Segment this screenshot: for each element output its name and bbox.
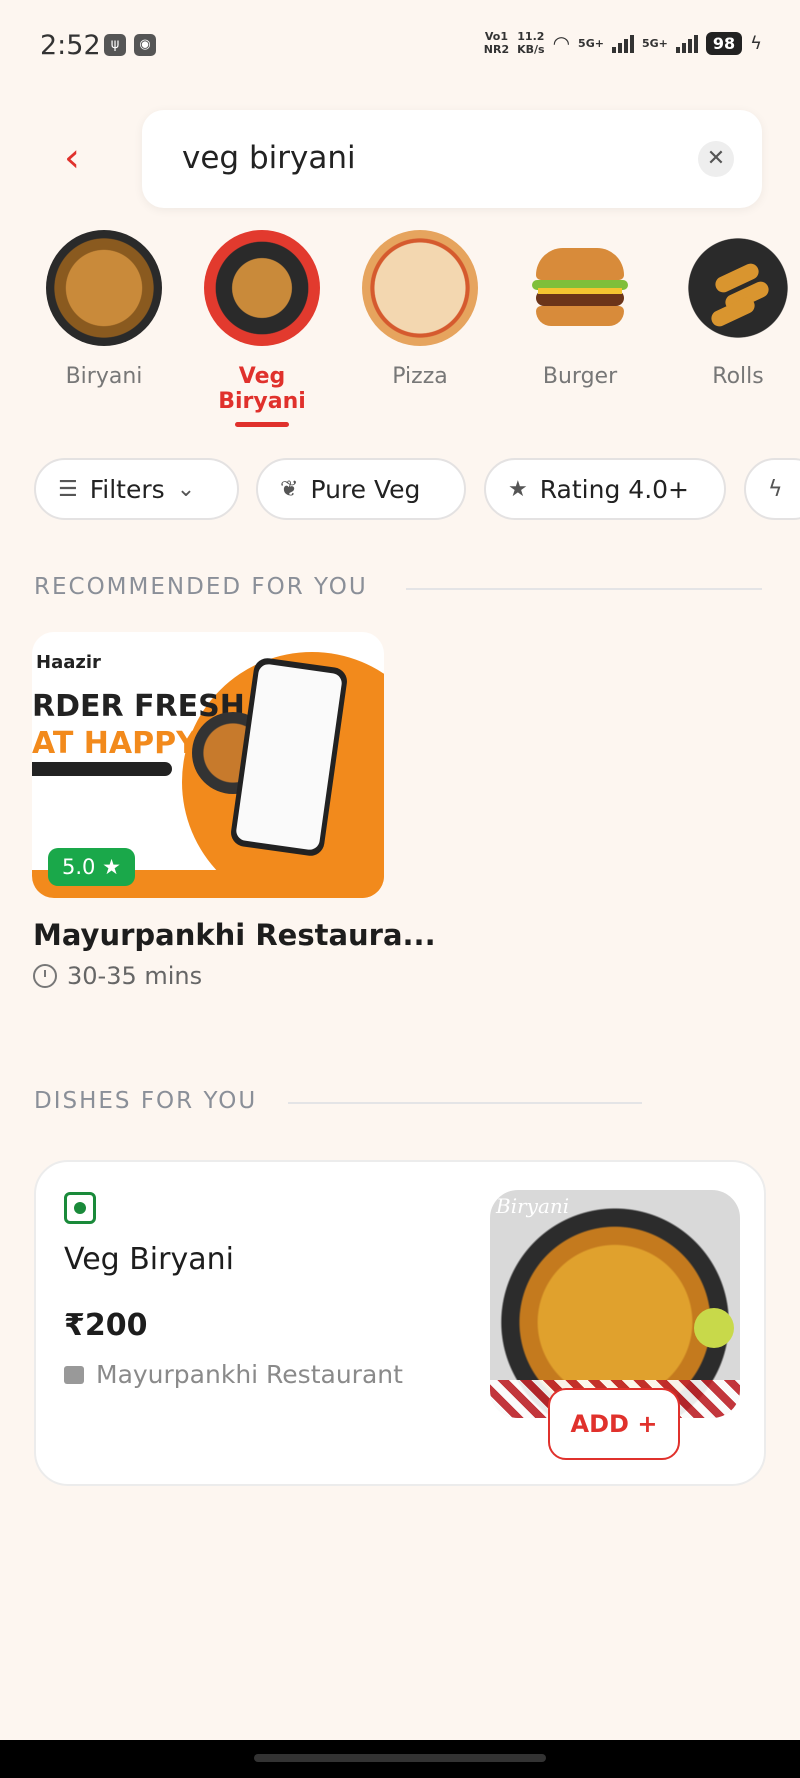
star-icon: ★ bbox=[508, 476, 528, 502]
fast-delivery-chip[interactable]: ϟ bbox=[744, 458, 800, 520]
dish-card[interactable]: Veg Biryani ₹200 Mayurpankhi Restaurant … bbox=[34, 1160, 766, 1486]
rolls-image bbox=[680, 230, 796, 346]
network-speed: 11.2 KB/s bbox=[517, 30, 545, 56]
delivery-time-label: 30-35 mins bbox=[67, 962, 203, 990]
sim1-type: 5G+ bbox=[578, 36, 604, 50]
dish-price: ₹200 bbox=[64, 1308, 148, 1343]
active-category-indicator bbox=[235, 422, 289, 427]
status-right: Vo1 NR2 11.2 KB/s ◠ 5G+ 5G+ 98 ϟ bbox=[484, 30, 762, 56]
home-gesture-handle[interactable] bbox=[254, 1754, 546, 1762]
category-burger[interactable]: Burger bbox=[510, 230, 650, 389]
status-time: 2:52 bbox=[40, 30, 101, 61]
status-bar: 2:52 ψ ◉ Vo1 NR2 11.2 KB/s ◠ 5G+ 5G+ 98 ϟ bbox=[0, 0, 800, 90]
lightning-icon: ϟ bbox=[768, 476, 783, 502]
signal-bars-1-icon bbox=[611, 33, 634, 53]
wifi-icon: ◠ bbox=[552, 31, 571, 55]
restaurant-name[interactable]: Mayurpankhi Restaura... bbox=[33, 918, 436, 952]
category-label: Pizza bbox=[392, 364, 448, 389]
category-label: Burger bbox=[542, 364, 618, 389]
add-to-cart-button[interactable]: ADD + bbox=[548, 1388, 680, 1460]
category-veg-biryani[interactable]: Veg Biryani bbox=[192, 230, 332, 427]
chip-label: Rating 4.0+ bbox=[539, 474, 689, 504]
signal-bars-2-icon bbox=[675, 33, 698, 53]
dish-restaurant: Mayurpankhi Restaurant bbox=[64, 1360, 403, 1389]
dish-name: Veg Biryani bbox=[64, 1242, 234, 1277]
system-nav-bar bbox=[0, 1740, 800, 1778]
usb-icon: ψ bbox=[104, 34, 126, 56]
charging-icon: ϟ bbox=[750, 32, 762, 54]
hotspot-icon: ◉ bbox=[134, 34, 156, 56]
ad-headline-2: AT HAPPY bbox=[32, 726, 198, 761]
pizza-image bbox=[362, 230, 478, 346]
chevron-down-icon: ⌄ bbox=[176, 476, 196, 502]
search-bar[interactable]: veg biryani ✕ bbox=[142, 110, 762, 208]
sim2-type: 5G+ bbox=[641, 36, 668, 50]
category-label: Veg Biryani bbox=[218, 364, 306, 414]
category-label: Biryani bbox=[65, 364, 143, 389]
delivery-time: 30-35 mins bbox=[33, 962, 202, 990]
ad-brand: Haazir bbox=[36, 652, 101, 673]
sliders-icon: ☰ bbox=[58, 476, 78, 502]
veg-biryani-image bbox=[204, 230, 320, 346]
rating-chip[interactable]: ★ Rating 4.0+ bbox=[484, 458, 726, 520]
category-pizza[interactable]: Pizza bbox=[350, 230, 490, 389]
filters-chip[interactable]: ☰ Filters ⌄ bbox=[34, 458, 239, 520]
battery-level: 98 bbox=[705, 31, 743, 55]
clear-search-icon[interactable]: ✕ bbox=[698, 141, 734, 177]
recommended-section-title: RECOMMENDED FOR YOU bbox=[34, 574, 368, 600]
volte-indicator: Vo1 NR2 bbox=[483, 30, 510, 56]
back-arrow-icon[interactable]: ‹ bbox=[64, 138, 94, 182]
category-biryani[interactable]: Biryani bbox=[34, 230, 174, 389]
dishes-section-title: DISHES FOR YOU bbox=[34, 1088, 258, 1114]
dish-image-caption: Biryani bbox=[496, 1194, 570, 1218]
chip-label: Pure Veg bbox=[310, 474, 421, 504]
chip-label: Filters bbox=[89, 474, 165, 504]
search-input[interactable]: veg biryani bbox=[182, 140, 356, 176]
category-rolls[interactable]: Rolls bbox=[668, 230, 800, 389]
burger-image bbox=[522, 230, 638, 346]
veg-indicator-icon bbox=[64, 1192, 96, 1224]
store-icon bbox=[64, 1365, 84, 1384]
pure-veg-chip[interactable]: ❦ Pure Veg bbox=[256, 458, 466, 520]
dish-restaurant-label: Mayurpankhi Restaurant bbox=[96, 1360, 403, 1389]
rating-badge: 5.0 ★ bbox=[48, 848, 135, 886]
dish-image[interactable]: Biryani bbox=[490, 1190, 740, 1418]
biryani-image bbox=[46, 230, 162, 346]
category-label: Rolls bbox=[712, 364, 764, 389]
clock-icon bbox=[33, 964, 57, 988]
section-divider bbox=[288, 1102, 642, 1104]
leaf-icon: ❦ bbox=[280, 476, 299, 502]
section-divider bbox=[406, 588, 762, 590]
